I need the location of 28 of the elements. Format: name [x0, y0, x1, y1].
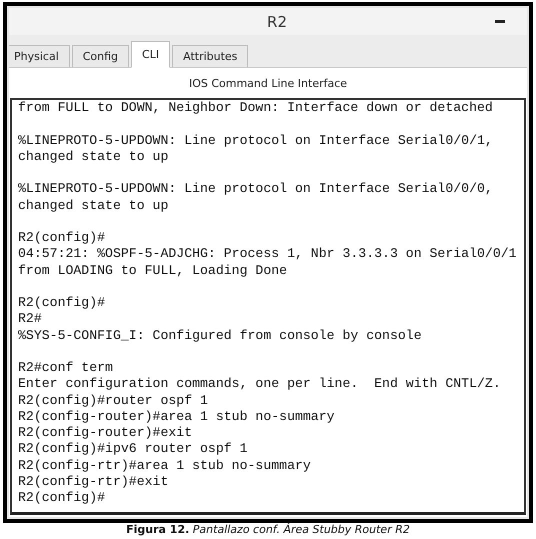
- console-line: R2(config-rtr)#exit: [18, 474, 170, 490]
- tab[interactable]: Config: [72, 45, 130, 67]
- console-line: R2(config)#: [18, 230, 106, 246]
- console-line: R2(config)#: [18, 295, 106, 312]
- console-output[interactable]: [10, 98, 526, 515]
- console-line: from LOADING to FULL, Loading Done: [18, 262, 288, 279]
- window-title: R2: [266, 12, 288, 30]
- console-line: %LINEPROTO-5-UPDOWN: Line protocol on Interface Serial0/0/1,: [18, 132, 494, 149]
- panel-heading: IOS Command Line Interface: [188, 76, 348, 92]
- console-line: R2#conf term: [18, 360, 114, 376]
- console-line: R2(config-router)#area 1 stub no-summary: [18, 408, 336, 425]
- console-line: R2(config)#router ospf 1: [18, 392, 209, 409]
- console-line: Enter configuration commands, one per line. End with CNTL/Z.: [18, 376, 502, 392]
- tab[interactable]: Attributes: [172, 45, 248, 67]
- console-line: %SYS-5-CONFIG_I: Configured from console by console: [18, 328, 423, 344]
- console-line: %LINEPROTO-5-UPDOWN: Line protocol on Interface Serial0/0/0,: [18, 181, 494, 198]
- console-line: from FULL to DOWN, Neighbor Down: Interface down or detached: [18, 100, 494, 116]
- console-line: R2(config)#: [18, 490, 106, 506]
- console-line: changed state to up: [18, 148, 170, 165]
- tab[interactable]: CLI: [131, 41, 170, 68]
- console-line: R2#: [18, 311, 43, 328]
- figure-caption: Figura 12. Pantallazo conf. Área Stubby Router R2: [125, 523, 411, 536]
- console-line: R2(config-router)#exit: [18, 425, 194, 442]
- console-line: R2(config-rtr)#area 1 stub no-summary: [18, 458, 312, 474]
- console-line: 04:57:21: %OSPF-5-ADJCHG: Process 1, Nbr 3.3.3.3 on Serial0/0/1: [18, 246, 518, 262]
- console-line: changed state to up: [18, 198, 170, 214]
- tab[interactable]: Physical: [9, 45, 70, 67]
- console-line: R2(config)#ipv6 router ospf 1: [18, 441, 248, 458]
